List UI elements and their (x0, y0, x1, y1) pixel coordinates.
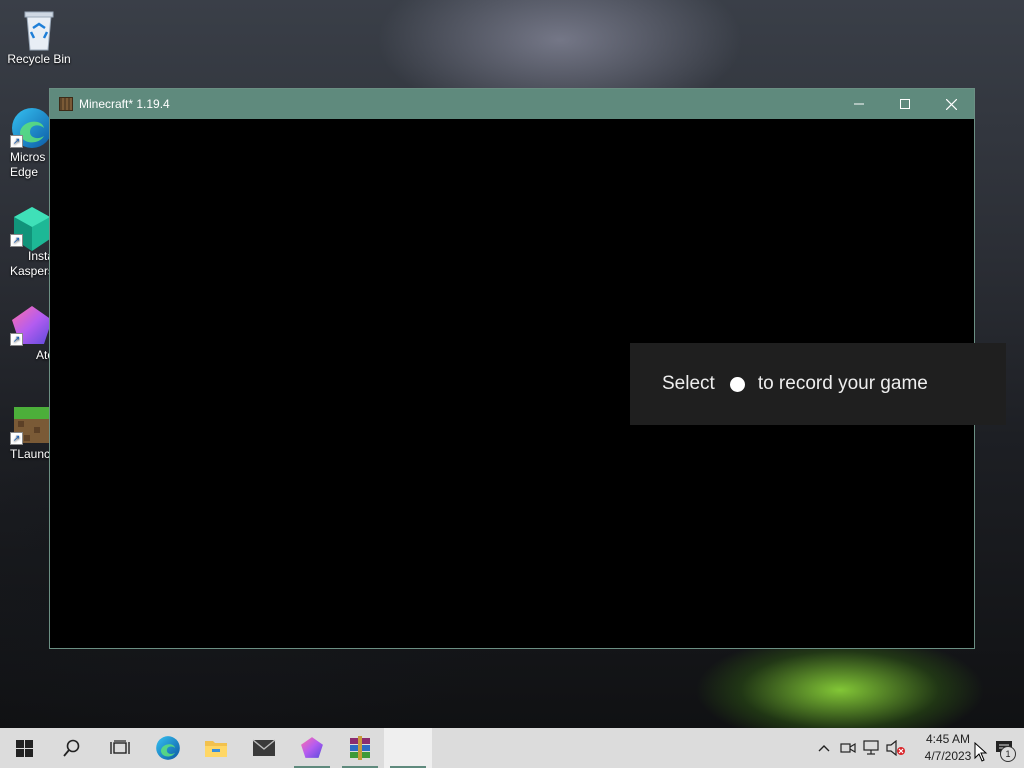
shortcut-arrow-icon: ↗ (10, 135, 23, 148)
aton-icon: ↗ (10, 304, 52, 346)
taskbar-winrar[interactable] (336, 728, 384, 768)
search-icon (63, 739, 80, 757)
tlauncher-icon: ↗ (10, 403, 50, 445)
edge-icon: ↗ (10, 106, 52, 148)
maximize-button[interactable] (882, 89, 928, 119)
taskbar-edge[interactable] (144, 728, 192, 768)
minimize-icon (854, 103, 864, 105)
taskbar-mail[interactable] (240, 728, 288, 768)
desktop-icon-label: Recycle Bin (7, 52, 71, 66)
winrar-icon (350, 736, 370, 760)
game-record-toast: Select to record your game (630, 343, 1006, 425)
action-center-button[interactable]: 1 (984, 728, 1024, 768)
taskbar-minecraft-active[interactable] (384, 728, 432, 768)
notification-badge: 1 (1000, 746, 1016, 762)
volume-muted-icon (886, 740, 905, 756)
shortcut-arrow-icon: ↗ (10, 333, 23, 346)
shortcut-arrow-icon: ↗ (10, 432, 23, 445)
meet-now-button[interactable] (836, 728, 860, 768)
show-hidden-icons-button[interactable] (812, 728, 836, 768)
shortcut-arrow-icon: ↗ (10, 234, 23, 247)
toast-text-before: Select (662, 373, 715, 394)
edge-icon (156, 736, 180, 760)
close-button[interactable] (928, 89, 974, 119)
start-icon (15, 739, 33, 757)
file-explorer-icon (205, 741, 227, 757)
system-tray: 4:45 AM 4/7/2023 1 (812, 728, 1024, 768)
aton-icon (301, 737, 323, 758)
taskbar: 4:45 AM 4/7/2023 1 (0, 728, 1024, 768)
camera-icon (840, 742, 856, 754)
window-titlebar[interactable]: Minecraft* 1.19.4 (50, 89, 974, 119)
chevron-up-icon (818, 745, 830, 752)
mail-icon (252, 739, 276, 756)
network-icon (863, 740, 879, 755)
network-button[interactable] (860, 728, 884, 768)
desktop-icon-recycle-bin[interactable]: Recycle Bin (0, 8, 78, 67)
taskbar-aton[interactable] (288, 728, 336, 768)
search-button[interactable] (48, 728, 96, 768)
kaspersky-icon: ↗ (10, 205, 50, 251)
volume-button[interactable] (884, 728, 908, 768)
minimize-button[interactable] (836, 89, 882, 119)
mouse-cursor-icon (974, 741, 988, 767)
task-view-icon (110, 740, 130, 754)
taskbar-file-explorer[interactable] (192, 728, 240, 768)
task-view-button[interactable] (96, 728, 144, 768)
start-button[interactable] (0, 728, 48, 768)
record-dot-icon (729, 376, 745, 392)
window-title: Minecraft* 1.19.4 (79, 97, 170, 111)
recycle-bin-icon (19, 8, 59, 51)
toast-text-after: to record your game (757, 373, 928, 394)
minecraft-app-icon (59, 97, 73, 111)
maximize-icon (900, 99, 910, 109)
close-icon (945, 98, 957, 110)
